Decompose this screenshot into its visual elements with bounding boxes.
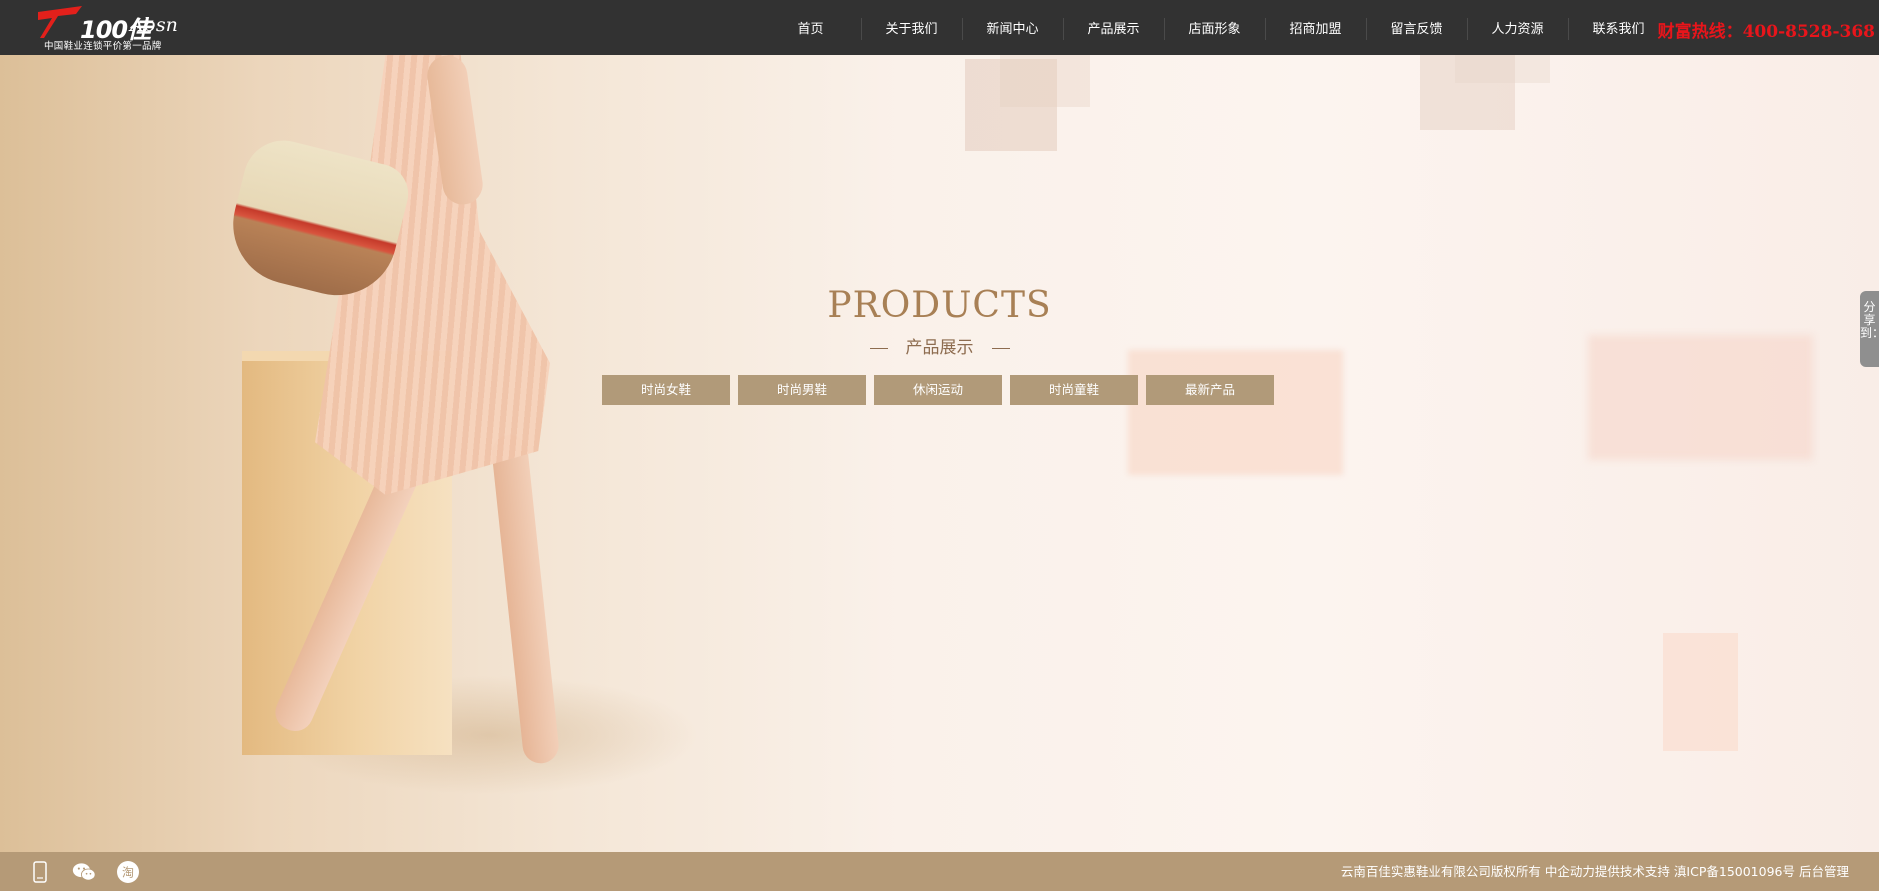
title-dash (991, 347, 1010, 349)
category-button-men[interactable]: 时尚男鞋 (738, 375, 866, 405)
nav-item-about[interactable]: 关于我们 (861, 0, 962, 55)
category-button-kids[interactable]: 时尚童鞋 (1010, 375, 1138, 405)
logo-mark-icon (38, 6, 82, 38)
decor-square (1663, 633, 1738, 751)
copyright-text: 云南百佳实惠鞋业有限公司版权所有 (1340, 864, 1541, 879)
section-title: PRODUCTS (827, 285, 1052, 326)
footer: 淘 云南百佳实惠鞋业有限公司版权所有 中企动力提供技术支持 滇ICP备15001… (0, 852, 1879, 891)
nav-item-hr[interactable]: 人力资源 (1467, 0, 1568, 55)
admin-link[interactable]: 后台管理 (1799, 864, 1849, 879)
category-button-sports[interactable]: 休闲运动 (874, 375, 1002, 405)
svg-text:淘: 淘 (122, 866, 134, 880)
hero-banner: PRODUCTS 产品展示 时尚女鞋 时尚男鞋 休闲运动 时尚童鞋 最新产品 分… (0, 55, 1879, 852)
section-subtitle-text: 产品展示 (905, 338, 974, 358)
wechat-icon[interactable] (72, 860, 96, 884)
hero-model-image (220, 55, 740, 852)
nav-item-news[interactable]: 新闻中心 (962, 0, 1063, 55)
nav-item-products[interactable]: 产品展示 (1063, 0, 1164, 55)
share-tab[interactable]: 分享到： (1860, 291, 1879, 367)
decor-square (1000, 55, 1090, 107)
copyright-line: 云南百佳实惠鞋业有限公司版权所有 中企动力提供技术支持 滇ICP备1500109… (1341, 852, 1849, 891)
main-nav: 首页 关于我们 新闻中心 产品展示 店面形象 招商加盟 留言反馈 人力资源 联系… (760, 0, 1669, 55)
nav-item-contact[interactable]: 联系我们 (1568, 0, 1669, 55)
hotline: 财富热线：400-8528-368 (1657, 22, 1875, 42)
taobao-icon[interactable]: 淘 (116, 860, 140, 884)
decor-square (1128, 350, 1343, 475)
section-subtitle: 产品展示 (0, 333, 1879, 358)
tech-support-link[interactable]: 中企动力提供技术支持 (1545, 864, 1670, 879)
nav-item-feedback[interactable]: 留言反馈 (1366, 0, 1467, 55)
nav-item-franchise[interactable]: 招商加盟 (1265, 0, 1366, 55)
logo-slogan: 中国鞋业连锁平价第一品牌 (44, 41, 162, 52)
logo-brand-en: Absn (130, 14, 178, 36)
nav-item-home[interactable]: 首页 (760, 0, 861, 55)
decor-square (1455, 55, 1550, 83)
footer-icons: 淘 (28, 860, 140, 884)
mobile-icon[interactable] (28, 860, 52, 884)
logo[interactable]: 100佳 Absn 中国鞋业连锁平价第一品牌 (38, 4, 178, 52)
icp-link[interactable]: 滇ICP备15001096号 (1674, 864, 1795, 879)
category-button-women[interactable]: 时尚女鞋 (602, 375, 730, 405)
category-buttons: 时尚女鞋 时尚男鞋 休闲运动 时尚童鞋 最新产品 (602, 375, 1274, 405)
top-bar: 100佳 Absn 中国鞋业连锁平价第一品牌 首页 关于我们 新闻中心 产品展示… (0, 0, 1879, 55)
title-dash (869, 347, 888, 349)
nav-item-stores[interactable]: 店面形象 (1164, 0, 1265, 55)
category-button-new[interactable]: 最新产品 (1146, 375, 1274, 405)
